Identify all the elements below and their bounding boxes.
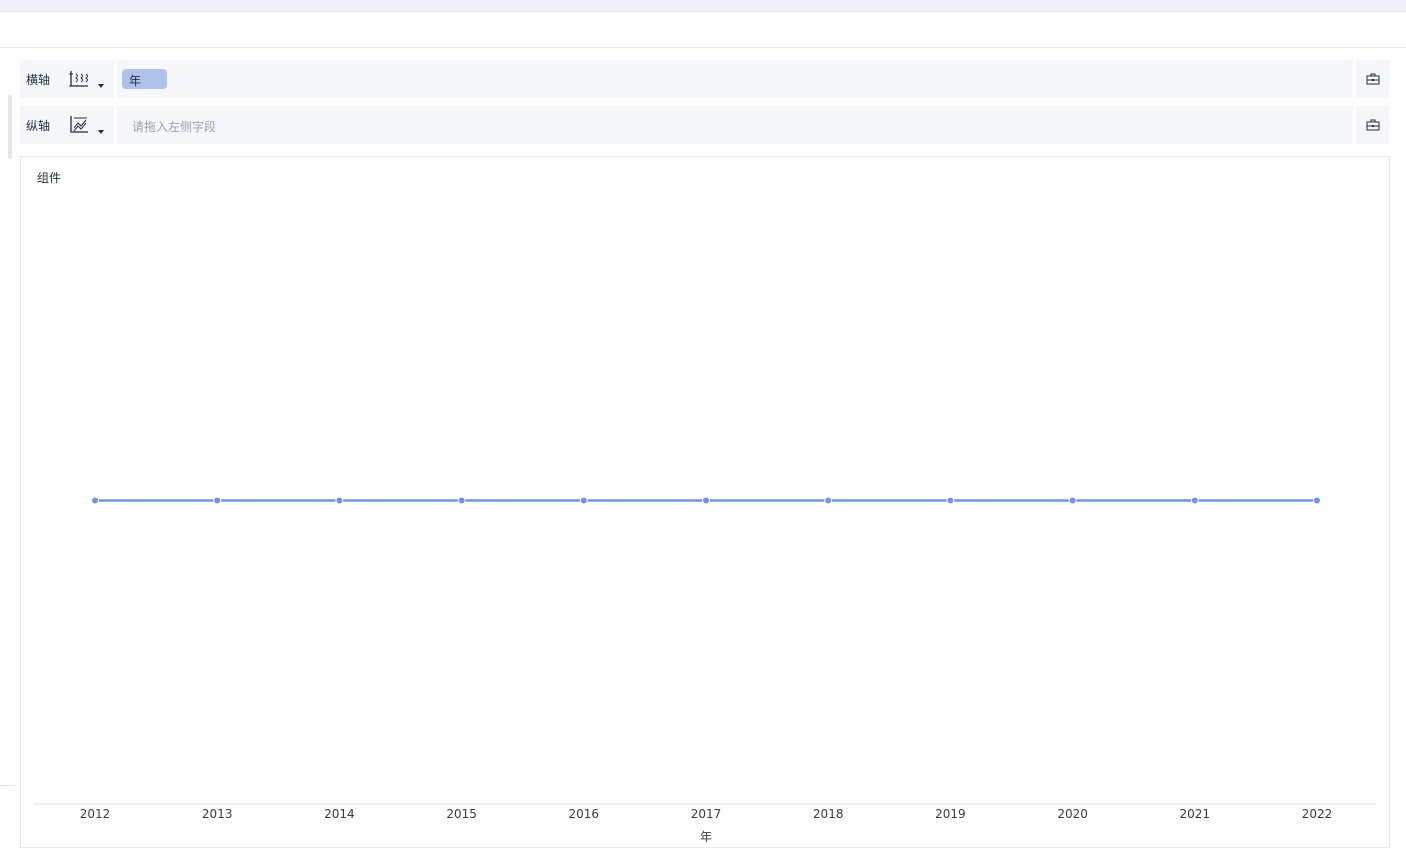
- x-tick-label: 2016: [569, 807, 600, 821]
- x-axis-field-label: 年: [129, 74, 142, 88]
- left-divider: [0, 785, 15, 786]
- x-tick-label: 2012: [80, 807, 111, 821]
- data-point: [1313, 496, 1321, 505]
- y-axis-placeholder: 请拖入左侧字段: [132, 120, 217, 134]
- x-tick-label: 2013: [202, 807, 233, 821]
- x-axis-field-pill[interactable]: 年: [122, 69, 167, 89]
- toolbox-icon[interactable]: [1366, 72, 1380, 86]
- x-tick-label: 2017: [691, 807, 722, 821]
- x-tick-label: 2022: [1302, 807, 1333, 821]
- y-axis-label: 纵轴: [26, 119, 51, 133]
- chart-panel: 组件 2012 2013 2014 2015 2016 2017 2018 2019 2020 2…: [20, 156, 1390, 848]
- horizontal-axis-icon[interactable]: [68, 68, 90, 90]
- top-strip: [0, 0, 1406, 12]
- data-point: [579, 496, 588, 505]
- data-point: [824, 496, 833, 505]
- data-point: [213, 496, 222, 505]
- toolbar-area: [0, 12, 1406, 48]
- x-tick-label: 2021: [1180, 807, 1211, 821]
- x-axis-label-cell: 横轴: [20, 60, 114, 98]
- data-point: [335, 496, 344, 505]
- data-point: [1190, 496, 1199, 505]
- x-tick-label: 2015: [446, 807, 477, 821]
- vertical-axis-icon[interactable]: [68, 114, 90, 136]
- y-axis-drop-zone[interactable]: 请拖入左侧字段: [117, 106, 1353, 144]
- y-axis-label-cell: 纵轴: [20, 106, 114, 144]
- x-axis-label: 横轴: [26, 73, 51, 87]
- data-point: [457, 496, 466, 505]
- x-axis-tool-cell[interactable]: [1356, 60, 1390, 98]
- x-tick-label: 2018: [813, 807, 844, 821]
- x-axis-row: 横轴 年: [20, 60, 1390, 98]
- y-axis-tool-cell[interactable]: [1356, 106, 1390, 144]
- data-point: [702, 496, 710, 505]
- y-axis-row: 纵轴 请拖入左侧字段: [20, 106, 1390, 144]
- toolbox-icon[interactable]: [1366, 118, 1380, 132]
- x-axis-drop-zone[interactable]: 年: [117, 60, 1353, 98]
- x-tick-label: 2014: [324, 807, 355, 821]
- x-tick-label: 2019: [935, 807, 966, 821]
- line-chart: 2012 2013 2014 2015 2016 2017 2018 2019 2020 2021…: [34, 496, 1377, 844]
- data-point: [1068, 496, 1077, 505]
- chevron-down-icon[interactable]: [98, 84, 104, 88]
- x-tick-label: 2020: [1057, 807, 1088, 821]
- data-point: [91, 496, 99, 505]
- left-scrollbar[interactable]: [8, 95, 12, 159]
- chevron-down-icon[interactable]: [98, 130, 104, 134]
- data-point: [946, 496, 955, 505]
